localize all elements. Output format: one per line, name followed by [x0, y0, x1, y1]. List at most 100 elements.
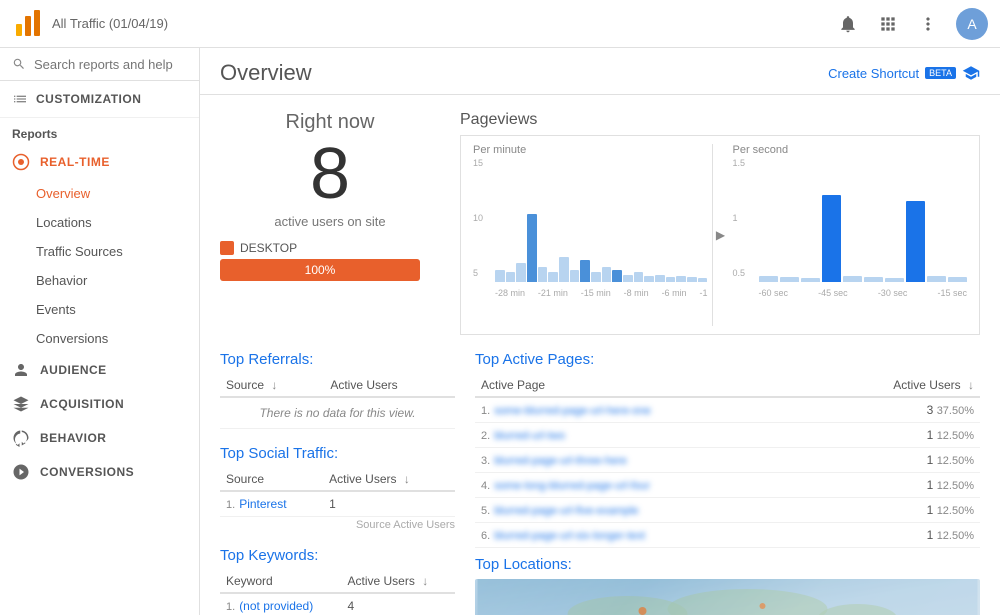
device-color-swatch [220, 241, 234, 255]
header-left: All Traffic (01/04/19) [12, 8, 168, 40]
active-users-cell: 3 37.50% [809, 397, 980, 423]
left-tables: Top Referrals: Source ↓ Active Users [220, 351, 455, 615]
right-now-row: Right now 8 active users on site DESKTOP… [220, 111, 980, 335]
site-title: All Traffic (01/04/19) [52, 16, 168, 31]
per-minute-x-labels: -28 min-21 min-15 min-8 min-6 min-1 [495, 288, 708, 298]
top-locations-title[interactable]: Top Locations: [475, 556, 980, 573]
top-referrals-table: Source ↓ Active Users There is no data f… [220, 374, 455, 429]
reports-label: Reports [0, 118, 199, 145]
pageviews-chart: Per minute 15105 [460, 135, 980, 335]
device-label: DESKTOP [220, 241, 440, 255]
top-social-table: Source Active Users ↓ 1.Pinterest 1 [220, 468, 455, 517]
page-title: Overview [220, 60, 312, 86]
sidebar-item-conversions[interactable]: CONVERSIONS [0, 455, 199, 489]
device-type-label: DESKTOP [240, 241, 297, 255]
per-minute-y-axis: 15105 [473, 158, 491, 278]
more-icon[interactable] [916, 12, 940, 36]
map-visualization [475, 579, 980, 615]
active-page-cell: 5.blurred-page-url-five-example [475, 498, 809, 523]
pageviews-title: Pageviews [460, 111, 980, 129]
search-box[interactable] [0, 48, 199, 81]
right-now-count: 8 [220, 138, 440, 210]
active-users-cell: 1 12.50% [809, 473, 980, 498]
audience-label: AUDIENCE [40, 363, 107, 377]
per-second-y-axis: 1.510.5 [733, 158, 755, 278]
sidebar-item-realtime[interactable]: REAL-TIME [0, 145, 199, 179]
table-row: 1.some-blurred-page-url-here-one 3 37.50… [475, 397, 980, 423]
acquisition-label: ACQUISITION [40, 397, 124, 411]
page-url-3[interactable]: blurred-page-url-three-here [494, 455, 627, 467]
sidebar-sub-conversions[interactable]: Conversions [0, 324, 199, 353]
social-source-cell: 1.Pinterest [220, 491, 323, 517]
page-url-4[interactable]: some-long-blurred-page-url-four [494, 480, 650, 492]
per-second-label: Per second [733, 144, 968, 156]
keyword-users-cell: 4 [341, 593, 455, 615]
table-row: 4.some-long-blurred-page-url-four 1 12.5… [475, 473, 980, 498]
pageviews-section: Pageviews Per minute 15105 [460, 111, 980, 335]
main-layout: CUSTOMIZATION Reports REAL-TIME Overview… [0, 48, 1000, 615]
sidebar-sub-overview[interactable]: Overview [0, 179, 199, 208]
audience-icon [12, 361, 30, 379]
active-users-header: Active Users ↓ [809, 374, 980, 397]
page-url-2[interactable]: blurred-url-two [494, 430, 565, 442]
sidebar-item-behavior[interactable]: BEHAVIOR [0, 421, 199, 455]
top-active-pages-section: Top Active Pages: Active Page Active Use… [475, 351, 980, 548]
top-keywords-title[interactable]: Top Keywords: [220, 547, 455, 564]
sidebar-sub-traffic-sources[interactable]: Traffic Sources [0, 237, 199, 266]
top-active-pages-title[interactable]: Top Active Pages: [475, 351, 980, 368]
behavior-icon [12, 429, 30, 447]
device-section: DESKTOP 100% [220, 241, 440, 281]
table-row: 1.(not provided) 4 [220, 593, 455, 615]
active-page-cell: 3.blurred-page-url-three-here [475, 448, 809, 473]
content-header: Overview Create Shortcut BETA [200, 48, 1000, 95]
active-users-cell: 1 12.50% [809, 523, 980, 548]
create-shortcut-button[interactable]: Create Shortcut BETA [828, 64, 980, 82]
active-page-header: Active Page [475, 374, 809, 397]
chart-expand-icon[interactable]: ▶ [713, 144, 729, 326]
sidebar-item-acquisition[interactable]: ACQUISITION [0, 387, 199, 421]
top-referrals-title[interactable]: Top Referrals: [220, 351, 455, 368]
page-url-5[interactable]: blurred-page-url-five-example [494, 505, 638, 517]
device-progress-bar: 100% [220, 259, 420, 281]
bell-icon[interactable] [836, 12, 860, 36]
page-url-1[interactable]: some-blurred-page-url-here-one [494, 405, 651, 417]
table-row: 3.blurred-page-url-three-here 1 12.50% [475, 448, 980, 473]
active-page-cell: 6.blurred-page-url-six-longer-text [475, 523, 809, 548]
create-shortcut-label: Create Shortcut [828, 66, 919, 81]
conversions-label: CONVERSIONS [40, 465, 134, 479]
ga-logo-icon [12, 8, 44, 40]
referrals-users-header: Active Users [324, 374, 455, 397]
sidebar-sub-behavior[interactable]: Behavior [0, 266, 199, 295]
device-progress-fill: 100% [220, 259, 420, 281]
not-provided-link[interactable]: (not provided) [239, 599, 313, 613]
social-users-header: Active Users ↓ [323, 468, 455, 491]
active-page-cell: 2.blurred-url-two [475, 423, 809, 448]
sidebar-sub-locations[interactable]: Locations [0, 208, 199, 237]
sidebar-item-audience[interactable]: AUDIENCE [0, 353, 199, 387]
header-right: A [836, 8, 988, 40]
avatar[interactable]: A [956, 8, 988, 40]
active-users-cell: 1 12.50% [809, 423, 980, 448]
page-url-6[interactable]: blurred-page-url-six-longer-text [494, 530, 645, 542]
active-users-cell: 1 12.50% [809, 448, 980, 473]
top-header: All Traffic (01/04/19) A [0, 0, 1000, 48]
right-now-label: Right now [220, 111, 440, 134]
active-page-cell: 1.some-blurred-page-url-here-one [475, 397, 809, 423]
active-users-cell: 1 12.50% [809, 498, 980, 523]
table-row: There is no data for this view. [220, 397, 455, 429]
top-referrals-section: Top Referrals: Source ↓ Active Users [220, 351, 455, 429]
no-data-message: There is no data for this view. [220, 397, 455, 429]
top-keywords-section: Top Keywords: Keyword Active Users ↓ [220, 547, 455, 615]
per-minute-label: Per minute [473, 144, 708, 156]
top-social-title[interactable]: Top Social Traffic: [220, 445, 455, 462]
search-icon [12, 56, 26, 72]
top-social-section: Top Social Traffic: Source Active Users … [220, 445, 455, 531]
customization-nav-item[interactable]: CUSTOMIZATION [0, 81, 199, 118]
right-now-box: Right now 8 active users on site DESKTOP… [220, 111, 440, 335]
beta-badge: BETA [925, 67, 956, 79]
apps-icon[interactable] [876, 12, 900, 36]
sidebar-sub-events[interactable]: Events [0, 295, 199, 324]
pinterest-link[interactable]: Pinterest [239, 497, 286, 511]
search-input[interactable] [34, 57, 187, 72]
per-second-bars [759, 158, 968, 282]
